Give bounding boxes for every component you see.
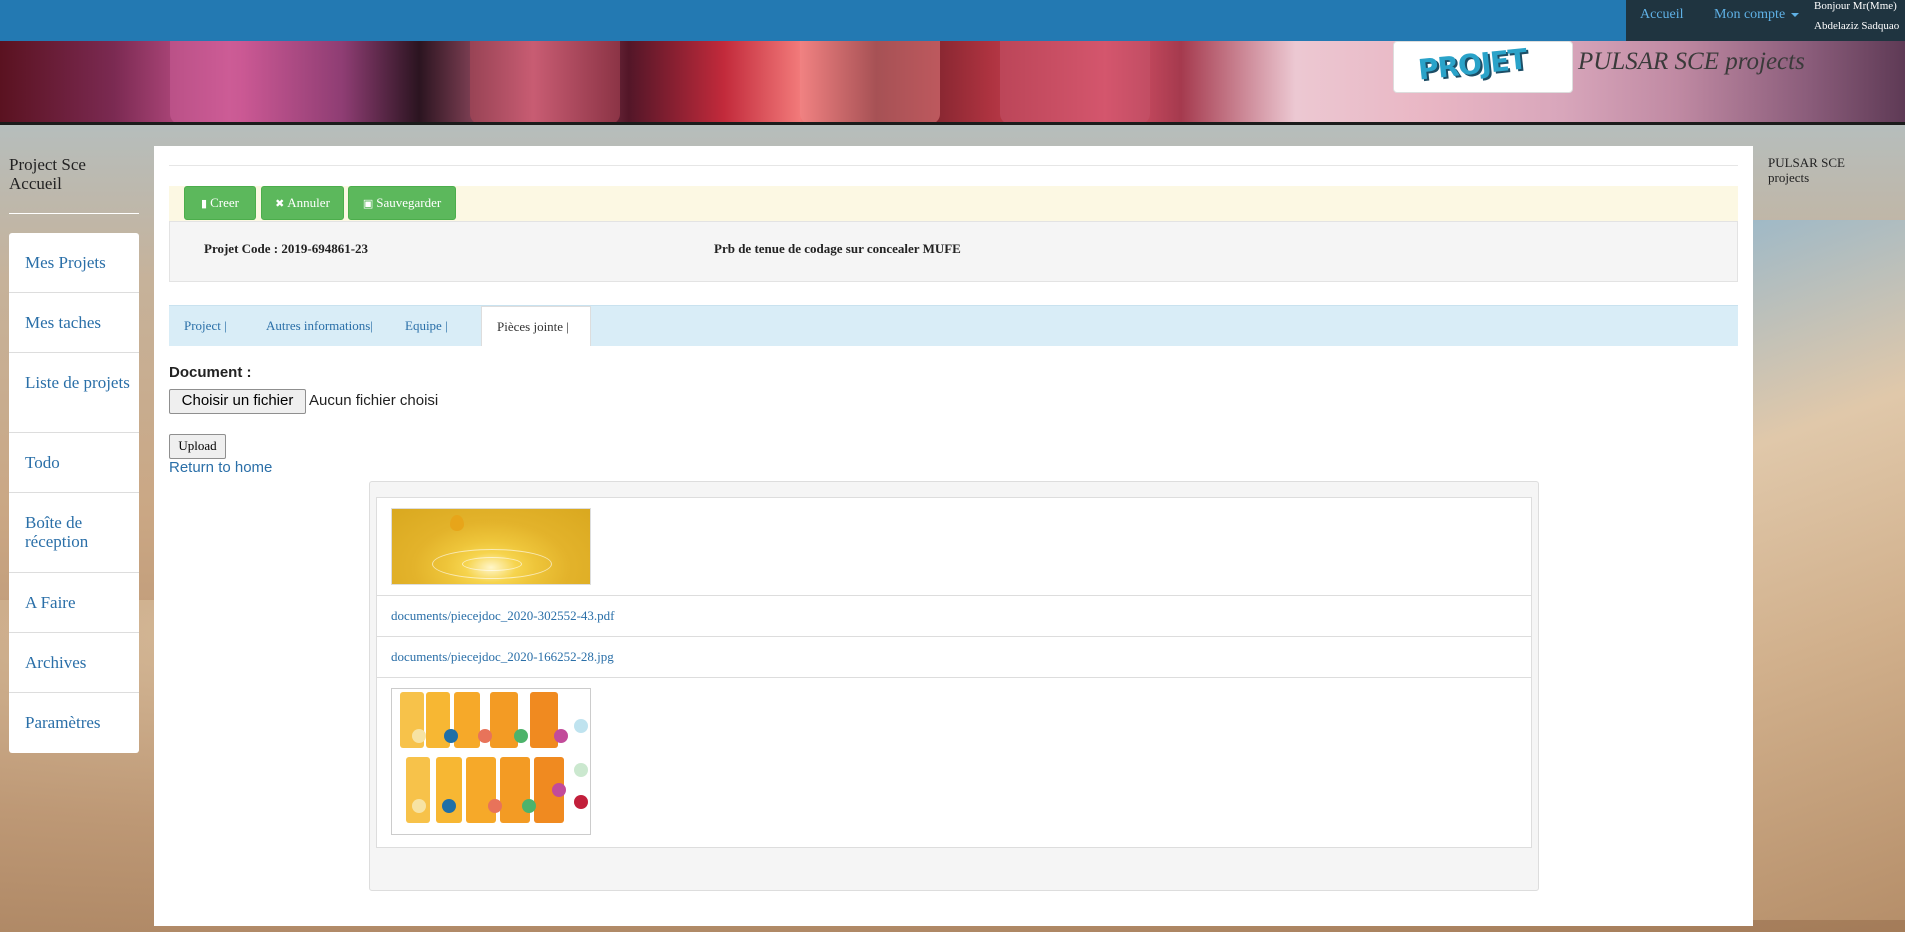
- diagram-node: [574, 795, 588, 809]
- tab-autres-informations[interactable]: Autres informations|: [251, 306, 388, 346]
- project-code: Projet Code : 2019-694861-23: [204, 241, 369, 256]
- greeting-line-2: Abdelaziz Sadquao: [1814, 20, 1900, 32]
- right-panel-text: PULSAR SCE projects: [1768, 155, 1845, 185]
- document-label: Document :: [169, 364, 252, 381]
- diagram-node: [412, 729, 426, 743]
- greeting-line-1: Bonjour Mr(Mme): [1814, 0, 1897, 12]
- save-button-label: Sauvegarder: [376, 195, 442, 210]
- diagram-node: [412, 799, 426, 813]
- nav-home-link[interactable]: Accueil: [1640, 7, 1684, 23]
- logo-text: PROJET: [1416, 42, 1528, 87]
- attachment-row-jpg: documents/piecejdoc_2020-166252-28.jpg: [377, 637, 1531, 678]
- desert-background-right: [1750, 220, 1905, 920]
- diagram-node: [552, 783, 566, 797]
- lipstick-decoration: [800, 41, 940, 124]
- file-status: Aucun fichier choisi: [309, 392, 439, 409]
- attachments-panel: documents/piecejdoc_2020-302552-43.pdf d…: [369, 481, 1539, 891]
- diagram-block: [490, 692, 518, 748]
- diagram-block: [406, 757, 430, 823]
- diagram-node: [554, 729, 568, 743]
- lipstick-decoration: [170, 41, 240, 124]
- tab-pieces-jointe[interactable]: Pièces jointe |: [481, 306, 591, 346]
- main-content: ▮ Creer ✖ Annuler ▣ Sauvegarder Projet Code…: [154, 146, 1753, 926]
- save-button[interactable]: ▣ Sauvegarder: [348, 186, 456, 220]
- project-title: Prb de tenue de codage sur concealer MUF…: [714, 241, 961, 256]
- cancel-button[interactable]: ✖ Annuler: [261, 186, 344, 220]
- attachment-row-image: [377, 498, 1531, 596]
- diagram-node: [574, 719, 588, 733]
- diagram-block: [500, 757, 530, 823]
- return-home-link[interactable]: Return to home: [169, 459, 272, 476]
- diagram-node: [488, 799, 502, 813]
- close-icon: ✖: [275, 196, 285, 210]
- diagram-block: [454, 692, 480, 748]
- upload-button[interactable]: Upload: [169, 434, 226, 459]
- diagram-node: [444, 729, 458, 743]
- drop-shape: [450, 515, 464, 531]
- diagram-node: [478, 729, 492, 743]
- tab-equipe[interactable]: Equipe |: [390, 306, 463, 346]
- choose-file-button[interactable]: Choisir un fichier: [169, 389, 306, 414]
- file-icon: ▮: [201, 196, 208, 210]
- sidebar-item-mes-projets[interactable]: Mes Projets: [9, 233, 139, 293]
- banner-divider: [0, 122, 1905, 125]
- sidebar-title: Project Sce Accueil: [9, 155, 86, 193]
- tab-project[interactable]: Project |: [169, 306, 242, 346]
- attachment-link-jpg[interactable]: documents/piecejdoc_2020-166252-28.jpg: [391, 649, 614, 665]
- nav-account-label: Mon compte: [1714, 7, 1786, 22]
- ripple-shape: [462, 557, 522, 571]
- gold-drop-image[interactable]: [391, 508, 591, 585]
- sidebar-item-liste-de-projets[interactable]: Liste de projets: [9, 353, 139, 433]
- create-button-label: Creer: [210, 195, 239, 210]
- diagram-node: [522, 799, 536, 813]
- diagram-node: [574, 763, 588, 777]
- attachment-row-diagram: [377, 678, 1531, 847]
- brand-title: PULSAR SCE projects: [1578, 48, 1805, 75]
- sidebar-divider: [9, 213, 139, 214]
- sidebar-item-parametres[interactable]: Paramètres: [9, 693, 139, 753]
- create-button[interactable]: ▮ Creer: [184, 186, 256, 220]
- caret-down-icon: [1791, 12, 1800, 17]
- sidebar-item-archives[interactable]: Archives: [9, 633, 139, 693]
- lipstick-decoration: [470, 41, 620, 124]
- sidebar-item-boite-de-reception[interactable]: Boîte de réception: [9, 493, 139, 573]
- save-icon: ▣: [362, 196, 374, 210]
- attachments-list: documents/piecejdoc_2020-302552-43.pdf d…: [376, 497, 1532, 848]
- diagram-node: [442, 799, 456, 813]
- diagram-block: [466, 757, 496, 823]
- user-greeting: Bonjour Mr(Mme) Abdelaziz Sadquao: [1814, 0, 1899, 36]
- process-flow-diagram[interactable]: [391, 688, 591, 835]
- diagram-block: [530, 692, 558, 748]
- projet-logo: PROJET: [1393, 41, 1573, 93]
- sidebar-item-todo[interactable]: Todo: [9, 433, 139, 493]
- attachment-row-pdf: documents/piecejdoc_2020-302552-43.pdf: [377, 596, 1531, 637]
- content-divider: [169, 165, 1738, 166]
- attachment-link-pdf[interactable]: documents/piecejdoc_2020-302552-43.pdf: [391, 608, 614, 624]
- sidebar-item-mes-taches[interactable]: Mes taches: [9, 293, 139, 353]
- top-navbar: [0, 0, 1905, 41]
- sidebar-menu: Mes Projets Mes taches Liste de projets …: [9, 233, 139, 753]
- nav-account-dropdown[interactable]: Mon compte: [1714, 7, 1800, 23]
- diagram-node: [514, 729, 528, 743]
- lipstick-decoration: [1000, 41, 1150, 124]
- sidebar-item-a-faire[interactable]: A Faire: [9, 573, 139, 633]
- cancel-button-label: Annuler: [287, 195, 330, 210]
- diagram-block: [436, 757, 462, 823]
